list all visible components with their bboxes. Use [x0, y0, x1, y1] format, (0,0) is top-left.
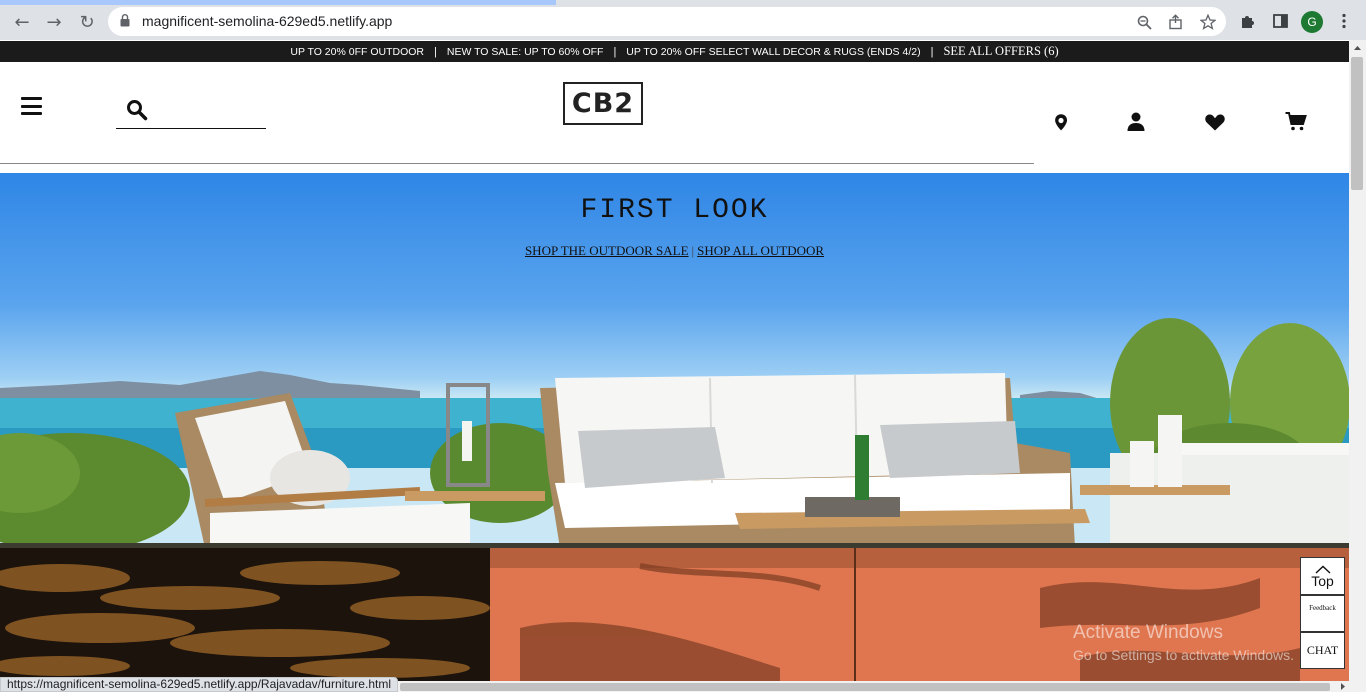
browser-toolbar: ← → ↻ magnificent-semolina-629ed5.netlif… — [0, 0, 1366, 40]
side-panel-icon[interactable] — [1270, 11, 1290, 31]
promo-outdoor-link[interactable]: UP TO 20% 0FF OUTDOOR — [290, 46, 424, 58]
extensions-puzzle-icon[interactable] — [1238, 11, 1258, 31]
secondary-banner[interactable]: Activate Windows Go to Settings to activ… — [0, 548, 1349, 681]
cb2-logo[interactable]: CB2 — [563, 82, 643, 125]
outdoor-sofa-scene-image — [0, 318, 1349, 548]
activate-windows-subtitle: Go to Settings to activate Windows. — [1073, 647, 1294, 663]
vertical-scrollbar[interactable] — [1349, 40, 1366, 681]
status-bar-url: https://magnificent-semolina-629ed5.netl… — [0, 677, 398, 692]
see-all-offers-link[interactable]: SEE ALL OFFERS (6) — [943, 44, 1058, 59]
hero-links: SHOP THE OUTDOOR SALE | SHOP ALL OUTDOOR — [0, 243, 1349, 259]
forward-arrow-icon[interactable]: → — [41, 9, 67, 35]
location-pin-icon[interactable] — [1049, 110, 1073, 134]
feedback-label: Feedback — [1309, 604, 1336, 612]
horizontal-scroll-thumb[interactable] — [400, 683, 1330, 691]
hero-title: FIRST LOOK — [580, 195, 769, 226]
activate-windows-title: Activate Windows — [1073, 622, 1223, 643]
header-divider — [0, 163, 1034, 164]
shop-all-outdoor-link[interactable]: SHOP ALL OUTDOOR — [697, 243, 824, 258]
vertical-scroll-thumb[interactable] — [1351, 57, 1363, 190]
promo-banner: UP TO 20% 0FF OUTDOOR | NEW TO SALE: UP … — [0, 41, 1349, 62]
bookmark-star-icon[interactable] — [1199, 13, 1217, 31]
promo-new-to-sale-link[interactable]: NEW TO SALE: UP TO 60% OFF — [447, 46, 604, 58]
scroll-right-arrow-icon[interactable] — [1338, 681, 1348, 692]
cart-icon[interactable] — [1284, 110, 1308, 134]
back-to-top-button[interactable]: Top — [1300, 557, 1345, 595]
more-menu-icon[interactable] — [1334, 11, 1354, 31]
top-label: Top — [1311, 572, 1334, 589]
account-icon[interactable] — [1124, 110, 1148, 134]
search-icon[interactable] — [126, 99, 148, 121]
tab-strip-right — [556, 0, 1366, 5]
wishlist-heart-icon[interactable] — [1203, 110, 1227, 134]
address-bar[interactable]: magnificent-semolina-629ed5.netlify.app — [108, 7, 1226, 36]
shop-outdoor-sale-link[interactable]: SHOP THE OUTDOOR SALE — [525, 243, 689, 258]
hero-banner[interactable]: FIRST LOOK SHOP THE OUTDOOR SALE | SHOP AL… — [0, 173, 1349, 548]
chat-button[interactable]: CHAT — [1300, 632, 1345, 669]
site-header: CB2 — [0, 62, 1349, 164]
url-text[interactable]: magnificent-semolina-629ed5.netlify.app — [142, 13, 392, 29]
reload-icon[interactable]: ↻ — [74, 9, 100, 35]
promo-separator: | — [930, 45, 934, 58]
back-arrow-icon[interactable]: ← — [9, 9, 35, 35]
share-icon[interactable] — [1167, 13, 1185, 31]
zoom-icon[interactable] — [1135, 13, 1153, 31]
page-viewport: UP TO 20% 0FF OUTDOOR | NEW TO SALE: UP … — [0, 40, 1349, 681]
tab-strip-left — [0, 0, 560, 5]
lock-icon — [120, 14, 130, 27]
chat-label: CHAT — [1306, 643, 1339, 657]
promo-separator: | — [613, 45, 617, 58]
scroll-up-arrow-icon[interactable] — [1349, 42, 1366, 54]
search-field[interactable] — [116, 99, 266, 129]
promo-separator: | — [434, 45, 437, 58]
feedback-button[interactable]: Feedback — [1300, 595, 1345, 632]
promo-wall-decor-link[interactable]: UP TO 20% OFF SELECT WALL DECOR & RUGS (… — [626, 46, 920, 58]
menu-icon[interactable] — [21, 97, 42, 115]
hero-link-separator: | — [691, 243, 695, 258]
profile-avatar[interactable]: G — [1301, 11, 1323, 33]
